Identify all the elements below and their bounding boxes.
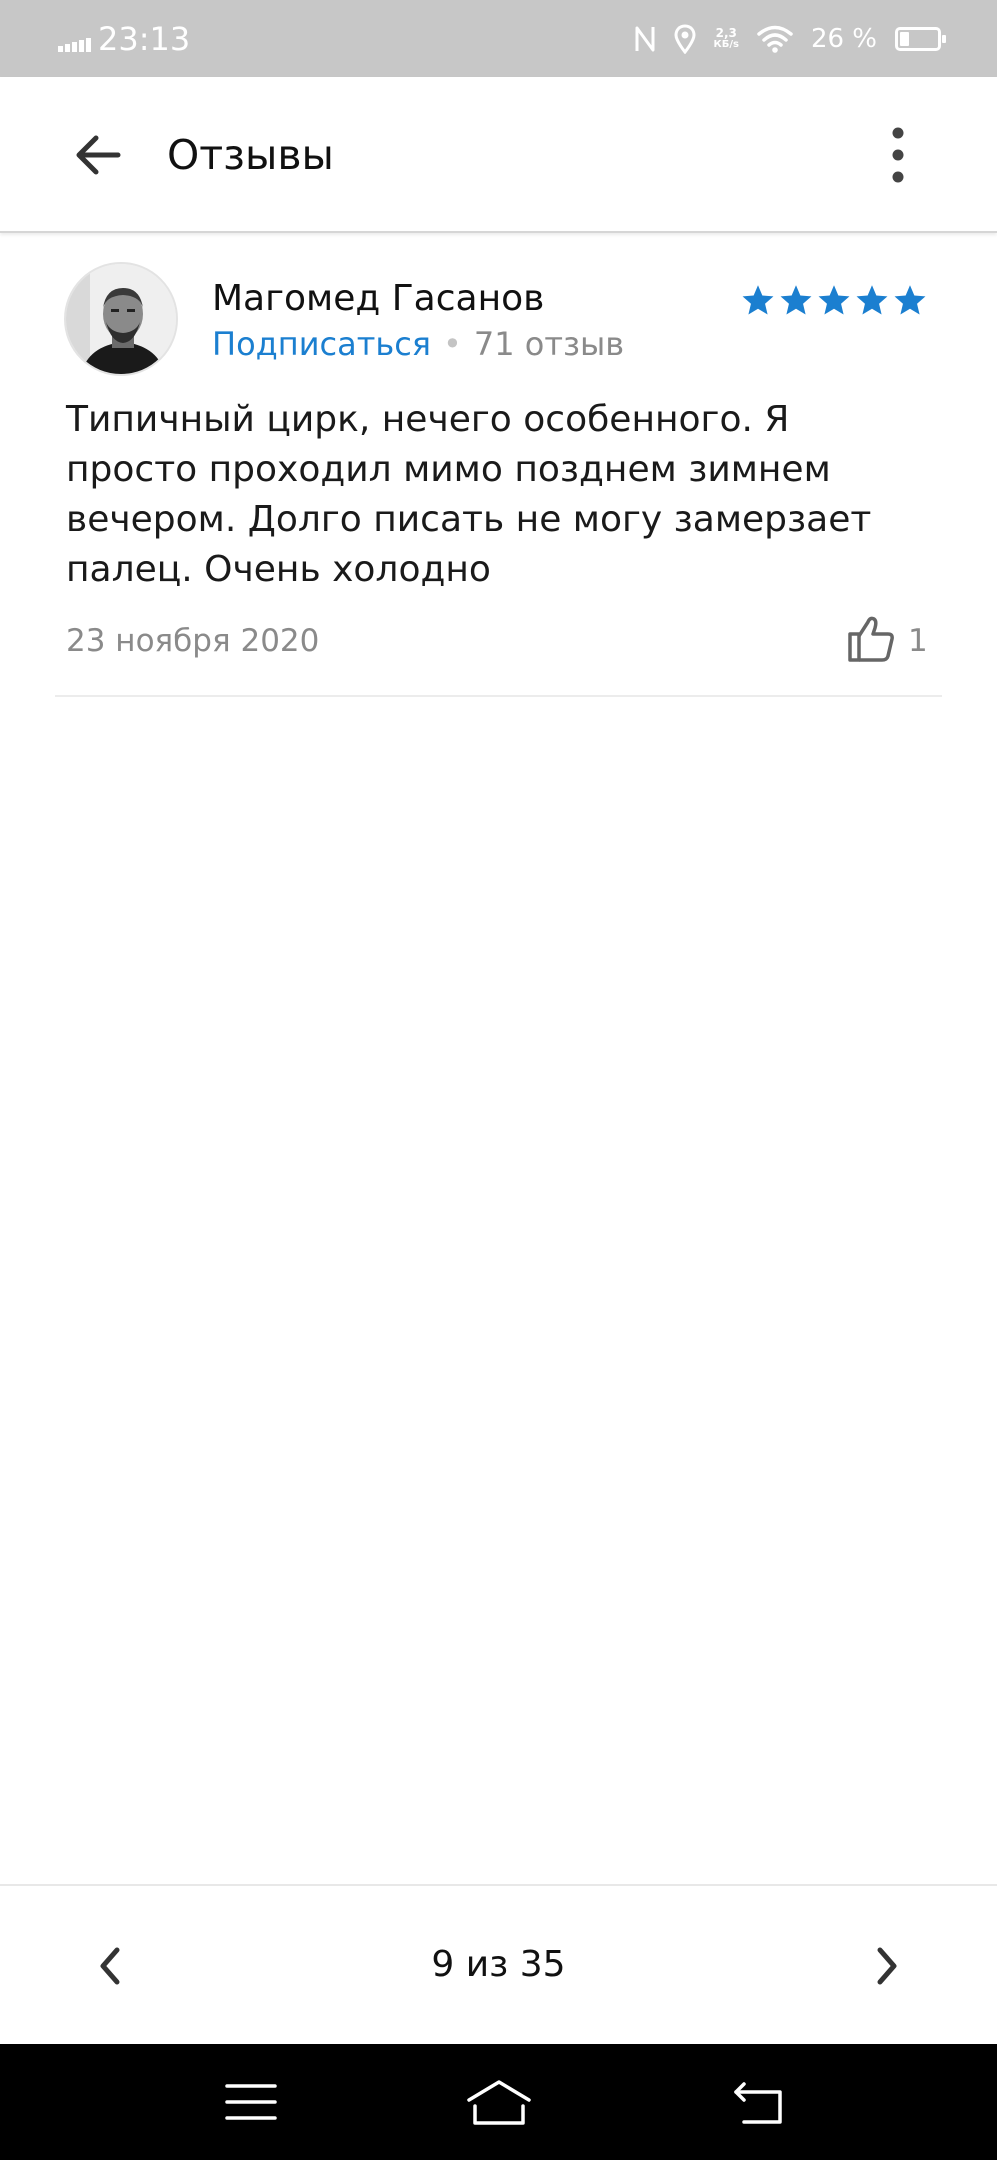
pager-position: 9 из 35 — [431, 1944, 566, 1985]
arrow-back-icon[interactable] — [68, 125, 128, 185]
star-icon — [856, 285, 888, 315]
more-vert-icon[interactable] — [880, 122, 916, 188]
page-title: Отзывы — [167, 131, 334, 179]
avatar[interactable] — [64, 262, 178, 376]
star-icon — [818, 285, 850, 315]
speed-value: 2,3 — [715, 26, 737, 40]
meta-separator: • — [443, 325, 462, 363]
review-date: 23 ноября 2020 — [66, 623, 320, 659]
status-right-group: 2,3 КБ/s 26 % — [634, 18, 946, 60]
back-nav-icon[interactable] — [732, 2080, 788, 2126]
review-text: Типичный цирк, нечего особенного. Я прос… — [66, 399, 872, 590]
star-icon — [742, 285, 774, 315]
pager: 9 из 35 — [0, 1884, 997, 2044]
subscribe-link[interactable]: Подписаться — [212, 325, 431, 363]
star-icon — [780, 285, 812, 315]
status-time: 23:13 — [98, 20, 191, 58]
nfc-icon — [635, 26, 655, 52]
reviews-count: 71 отзыв — [473, 325, 625, 363]
like-count: 1 — [908, 623, 928, 659]
home-icon[interactable] — [465, 2076, 533, 2130]
divider — [55, 695, 942, 697]
app-bar: Отзывы — [0, 77, 997, 233]
author-meta: Подписаться • 71 отзыв — [212, 323, 624, 365]
network-speed: 2,3 КБ/s — [714, 27, 739, 51]
chevron-right-icon[interactable] — [867, 1938, 907, 1994]
battery-percent: 26 % — [810, 24, 877, 54]
avatar-photo — [66, 264, 176, 374]
rating-stars — [740, 283, 930, 319]
battery-icon — [895, 27, 946, 51]
signal-icon — [58, 38, 91, 52]
battery-level-fill — [900, 32, 909, 46]
menu-icon[interactable] — [224, 2082, 278, 2122]
system-nav-bar — [0, 2044, 997, 2160]
author-name[interactable]: Магомед Гасанов — [212, 275, 544, 323]
wifi-icon — [757, 25, 793, 53]
thumbs-up-icon[interactable] — [846, 614, 896, 664]
status-bar: 23:13 2,3 КБ/s 26 % — [0, 0, 997, 77]
star-icon — [894, 285, 926, 315]
location-icon — [674, 24, 696, 54]
speed-unit: КБ/s — [713, 39, 739, 50]
